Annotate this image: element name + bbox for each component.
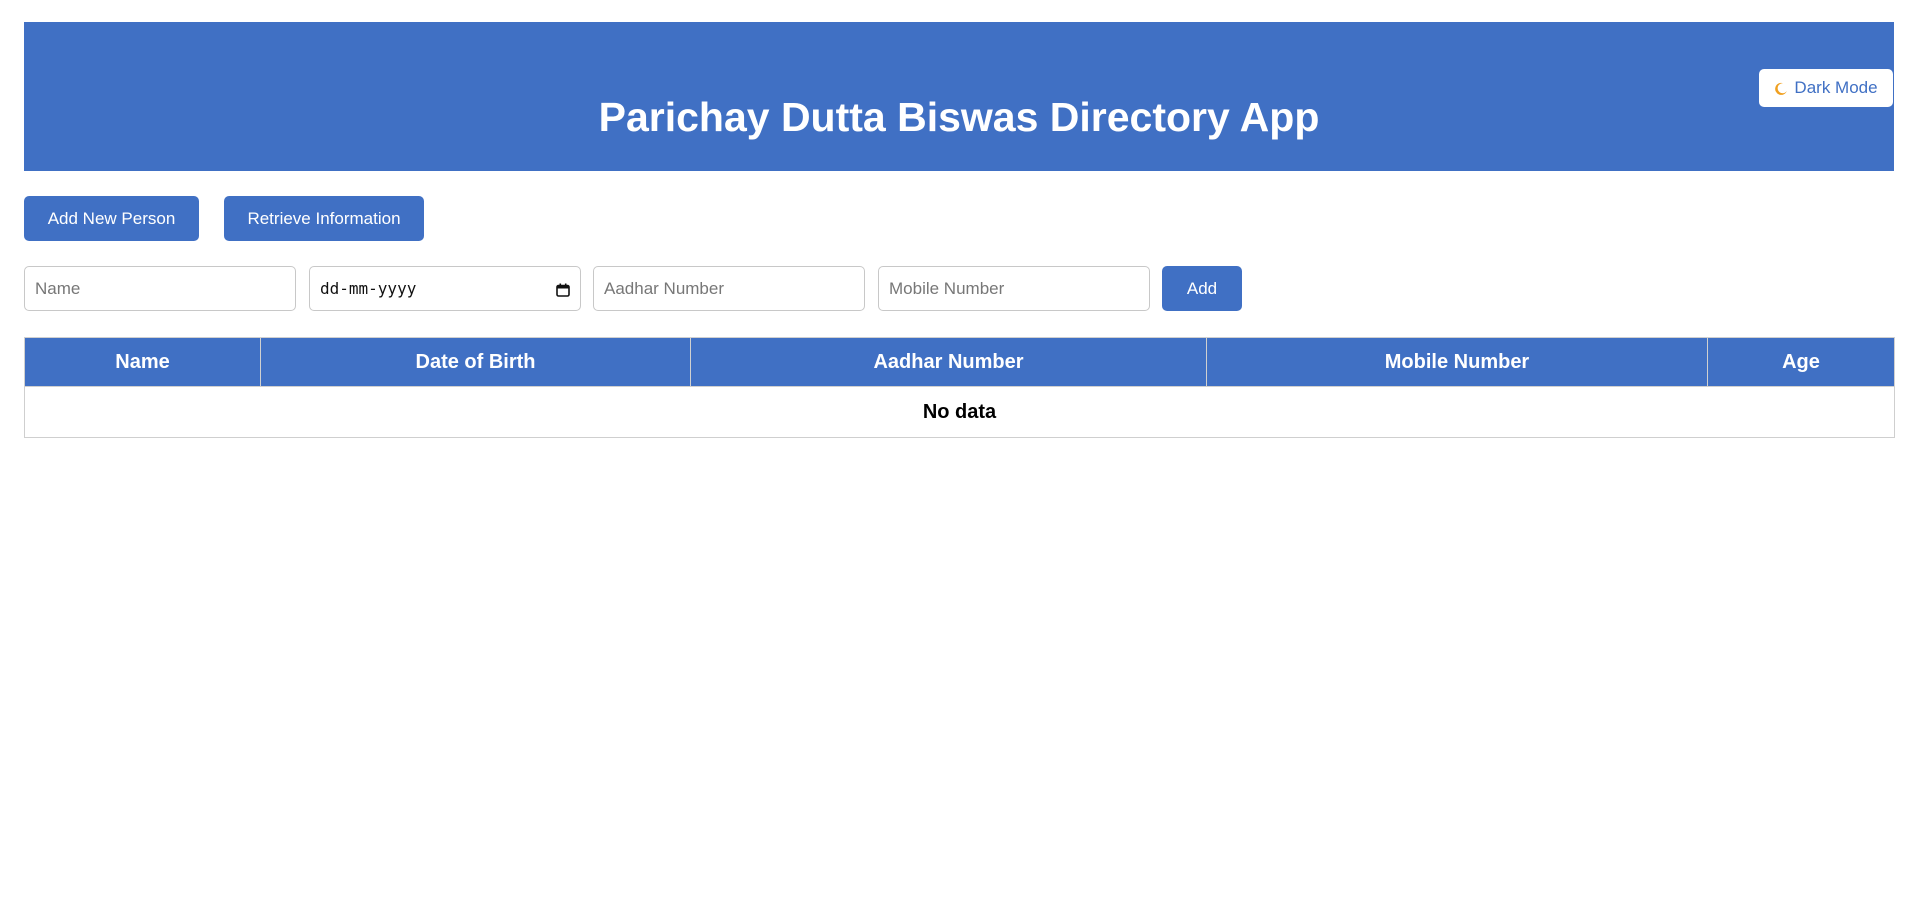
column-header-aadhar-number: Aadhar Number: [690, 337, 1207, 387]
calendar-icon[interactable]: [556, 282, 570, 297]
dark-mode-button[interactable]: Dark Mode: [1759, 69, 1893, 107]
table-header-row: Name Date of Birth Aadhar Number Mobile …: [24, 337, 1895, 387]
dark-mode-label: Dark Mode: [1794, 78, 1878, 97]
page-title: Parichay Dutta Biswas Directory App: [598, 94, 1320, 140]
date-of-birth-placeholder: dd-mm-yyyy: [320, 279, 417, 298]
aadhar-number-input[interactable]: [593, 266, 865, 311]
date-of-birth-input[interactable]: dd-mm-yyyy: [309, 266, 581, 311]
directory-table: Name Date of Birth Aadhar Number Mobile …: [24, 337, 1895, 438]
column-header-name: Name: [24, 337, 261, 387]
moon-icon: [1774, 81, 1788, 95]
empty-table-message: No data: [24, 386, 1895, 438]
add-button[interactable]: Add: [1162, 266, 1242, 311]
name-input[interactable]: [24, 266, 296, 311]
add-new-person-button[interactable]: Add New Person: [24, 196, 199, 241]
column-header-date-of-birth: Date of Birth: [260, 337, 691, 387]
column-header-age: Age: [1707, 337, 1895, 387]
table-row: No data: [24, 386, 1895, 438]
retrieve-information-button[interactable]: Retrieve Information: [224, 196, 424, 241]
mobile-number-input[interactable]: [878, 266, 1150, 311]
app-header: Parichay Dutta Biswas Directory App Dark…: [24, 22, 1894, 171]
column-header-mobile-number: Mobile Number: [1206, 337, 1708, 387]
